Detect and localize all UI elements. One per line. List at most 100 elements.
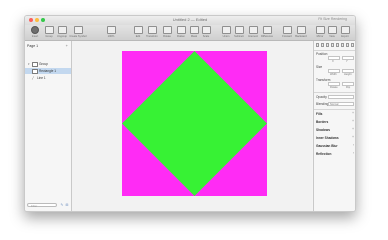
layer-item-line[interactable]: ╱ Line 1 bbox=[25, 75, 71, 81]
create-symbol-label: Create Symbol bbox=[69, 35, 87, 38]
insert-label: Insert bbox=[31, 35, 39, 38]
export-label: Export bbox=[341, 35, 349, 38]
layer-item-group[interactable]: ▾ Group bbox=[25, 61, 71, 67]
inner-shadows-section[interactable]: Inner Shadows bbox=[316, 136, 339, 140]
layer-label: Line 1 bbox=[37, 76, 46, 80]
align-right-icon[interactable] bbox=[326, 43, 329, 47]
flatten-label: Flatten bbox=[177, 35, 185, 38]
distribute-vertical-icon[interactable] bbox=[351, 43, 354, 47]
reflection-toggle-icon[interactable]: › bbox=[353, 151, 354, 155]
fills-section[interactable]: Fills bbox=[316, 112, 322, 116]
borders-section[interactable]: Borders bbox=[316, 120, 328, 124]
zoom-control[interactable]: 100% bbox=[105, 26, 117, 38]
layer-item-rectangle[interactable]: Rectangle 1 bbox=[25, 68, 71, 74]
intersect-button[interactable]: Intersect bbox=[247, 26, 259, 38]
add-border-icon[interactable]: + bbox=[352, 119, 354, 123]
shadows-section[interactable]: Shadows bbox=[316, 128, 330, 132]
alignment-toolbar bbox=[316, 43, 354, 48]
align-bottom-icon[interactable] bbox=[341, 43, 344, 47]
mask-button[interactable]: Mask bbox=[189, 26, 199, 38]
close-window-button[interactable] bbox=[29, 18, 33, 22]
distribute-horizontal-icon[interactable] bbox=[346, 43, 349, 47]
backward-button[interactable]: Backward bbox=[295, 26, 307, 38]
rotate-label: Rotate bbox=[163, 35, 171, 38]
page-label: Page 1 bbox=[27, 44, 39, 48]
union-button[interactable]: Union bbox=[221, 26, 231, 38]
subtract-icon bbox=[234, 26, 244, 34]
gaussian-blur-section[interactable]: Gaussian Blur bbox=[316, 144, 338, 148]
zoom-window-button[interactable] bbox=[41, 18, 45, 22]
add-shadow-icon[interactable]: + bbox=[352, 127, 354, 131]
flatten-icon bbox=[176, 26, 186, 34]
symbol-icon bbox=[73, 26, 83, 34]
difference-button[interactable]: Difference bbox=[261, 26, 273, 38]
filter-bar: Filter ✎ ⊞ bbox=[27, 203, 69, 208]
app-window: Untitled 2 — Edited Fit Size Rendering I… bbox=[24, 15, 356, 212]
edit-label: Edit bbox=[135, 35, 141, 38]
align-top-icon[interactable] bbox=[331, 43, 334, 47]
union-label: Union bbox=[222, 35, 230, 38]
rotate-icon bbox=[162, 26, 172, 34]
opacity-slider[interactable] bbox=[328, 95, 354, 99]
opacity-label: Opacity bbox=[316, 95, 327, 99]
backward-icon bbox=[296, 26, 306, 34]
difference-label: Difference bbox=[261, 35, 273, 38]
intersect-label: Intersect bbox=[248, 35, 258, 38]
create-symbol-button[interactable]: Create Symbol bbox=[69, 26, 87, 38]
edit-button[interactable]: Edit bbox=[133, 26, 143, 38]
align-left-icon[interactable] bbox=[316, 43, 319, 47]
filter-options-icon[interactable]: ✎ bbox=[60, 203, 64, 207]
align-middle-icon[interactable] bbox=[336, 43, 339, 47]
group-button[interactable]: Group bbox=[43, 26, 55, 38]
divider bbox=[314, 92, 355, 93]
ungroup-button[interactable]: Ungroup bbox=[56, 26, 68, 38]
forward-button[interactable]: Forward bbox=[281, 26, 293, 38]
group-label: Group bbox=[45, 35, 53, 38]
title-bar: Untitled 2 — Edited Fit Size Rendering bbox=[25, 16, 355, 25]
mirror-button[interactable]: Mirror bbox=[315, 26, 325, 38]
position-x-field[interactable] bbox=[328, 56, 340, 60]
position-y-field[interactable] bbox=[342, 56, 354, 60]
layer-label: Rectangle 1 bbox=[39, 69, 57, 73]
divider bbox=[314, 50, 355, 51]
align-center-icon[interactable] bbox=[321, 43, 324, 47]
ungroup-label: Ungroup bbox=[57, 35, 67, 38]
canvas[interactable] bbox=[72, 41, 312, 211]
export-icon bbox=[340, 26, 350, 34]
subtract-button[interactable]: Subtract bbox=[233, 26, 245, 38]
layers-panel: Page 1 + ▾ Group Rectangle 1 ╱ Line 1 Filt… bbox=[25, 41, 72, 211]
blending-select[interactable]: Normal bbox=[328, 102, 354, 106]
blur-toggle-icon[interactable]: › bbox=[353, 143, 354, 147]
plus-icon bbox=[31, 26, 39, 34]
add-page-icon[interactable]: + bbox=[66, 43, 68, 49]
magnifier-icon bbox=[106, 26, 116, 34]
inspector-panel: Position X Y Size Width Height Transform… bbox=[313, 41, 355, 211]
rendering-mode-label[interactable]: Fit Size Rendering bbox=[318, 17, 347, 21]
group-icon bbox=[44, 26, 54, 34]
scale-button[interactable]: Scale bbox=[201, 26, 211, 38]
reflection-section[interactable]: Reflection bbox=[316, 152, 331, 156]
position-x-caption: X bbox=[332, 60, 334, 63]
line-icon: ╱ bbox=[32, 76, 34, 80]
minimize-window-button[interactable] bbox=[35, 18, 39, 22]
flatten-button[interactable]: Flatten bbox=[175, 26, 187, 38]
rotate-button[interactable]: Rotate bbox=[161, 26, 173, 38]
page-selector[interactable]: Page 1 + bbox=[27, 43, 69, 49]
artboard-graphic bbox=[122, 51, 267, 196]
transform-button[interactable]: Transform bbox=[145, 26, 159, 38]
filter-input[interactable]: Filter bbox=[27, 203, 57, 208]
add-inner-shadow-icon[interactable]: + bbox=[352, 135, 354, 139]
height-caption: Height bbox=[344, 73, 352, 76]
view-label: View bbox=[329, 35, 335, 38]
forward-icon bbox=[282, 26, 292, 34]
folder-icon bbox=[32, 61, 38, 67]
mask-icon bbox=[189, 26, 199, 34]
view-button[interactable]: View bbox=[327, 26, 337, 38]
artboard[interactable] bbox=[122, 51, 267, 196]
add-fill-icon[interactable]: + bbox=[352, 111, 354, 115]
export-options-icon[interactable]: ⊞ bbox=[65, 203, 69, 207]
difference-icon bbox=[262, 26, 272, 34]
edit-icon bbox=[133, 26, 143, 34]
insert-button[interactable]: Insert bbox=[28, 26, 42, 38]
export-button[interactable]: Export bbox=[339, 26, 351, 38]
